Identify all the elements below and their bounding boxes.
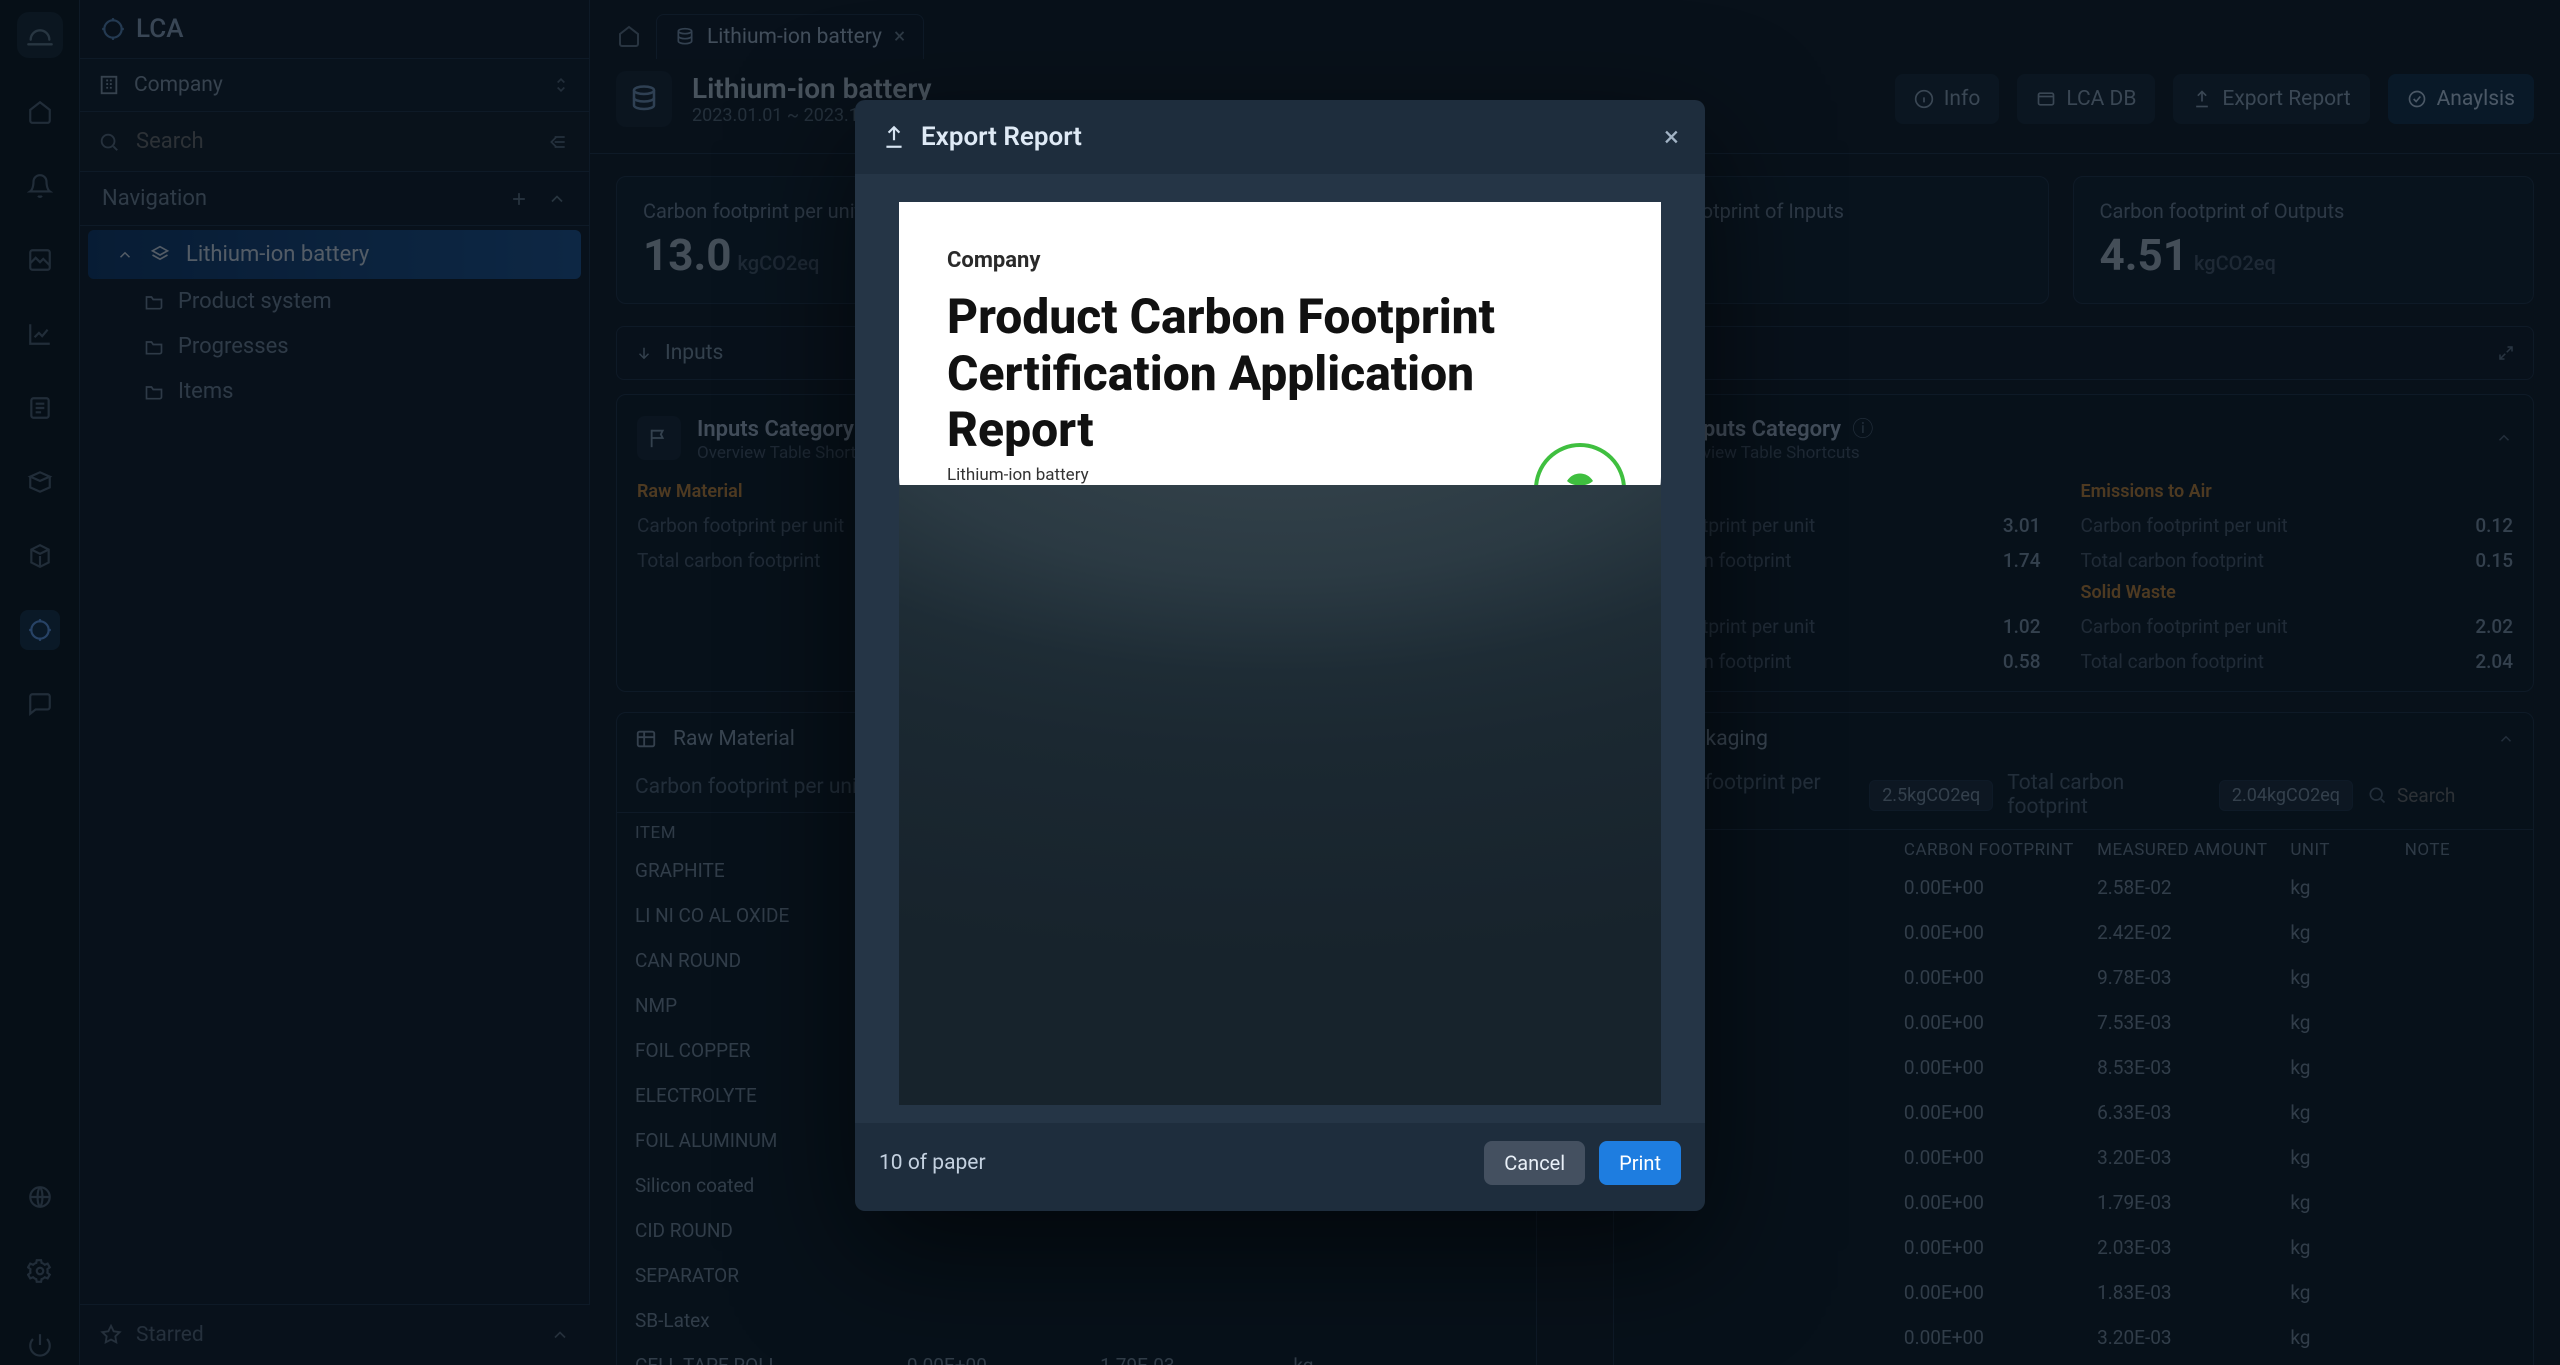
page-count: 10 of paper: [879, 1151, 986, 1175]
doc-company: Company: [947, 248, 1613, 273]
modal-overlay[interactable]: Export Report × Company Product Carbon F…: [0, 0, 2560, 1365]
report-cover-image: [899, 485, 1661, 1105]
cancel-button[interactable]: Cancel: [1484, 1141, 1585, 1185]
print-button[interactable]: Print: [1599, 1141, 1681, 1185]
doc-heading: Product Carbon Footprint Certification A…: [947, 289, 1613, 459]
modal-close-icon[interactable]: ×: [1664, 130, 1679, 144]
upload-icon: [881, 124, 907, 150]
modal-title: Export Report: [921, 122, 1082, 152]
export-report-modal: Export Report × Company Product Carbon F…: [855, 100, 1705, 1211]
doc-product: Lithium-ion battery: [947, 465, 1613, 485]
